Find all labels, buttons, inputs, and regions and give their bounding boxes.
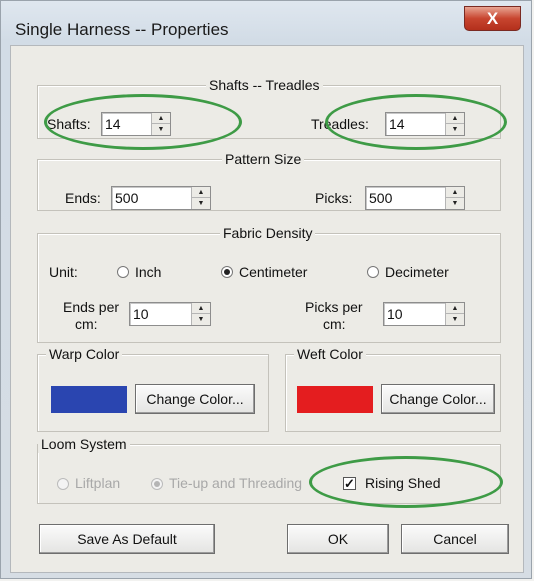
picks-per-label-line2: cm: [323, 316, 346, 332]
unit-centimeter-label[interactable]: Centimeter [239, 263, 307, 281]
warp-color-title: Warp Color [46, 345, 123, 363]
picks-per-cm-value: 10 [387, 306, 403, 322]
picks-per-up-icon[interactable]: ▲ [446, 303, 464, 314]
picks-per-cm-spinner[interactable]: 10 ▲ ▼ [383, 302, 465, 326]
ok-button[interactable]: OK [287, 524, 389, 554]
treadles-down-icon[interactable]: ▼ [446, 124, 464, 135]
treadles-spinner[interactable]: 14 ▲ ▼ [385, 112, 465, 136]
ends-down-icon[interactable]: ▼ [192, 198, 210, 209]
properties-dialog: Single Harness -- Properties X Shafts --… [0, 0, 532, 579]
unit-decimeter-label[interactable]: Decimeter [385, 263, 449, 281]
ends-per-cm-spinner[interactable]: 10 ▲ ▼ [129, 302, 211, 326]
shafts-label: Shafts: [47, 116, 91, 132]
picks-down-icon[interactable]: ▼ [446, 198, 464, 209]
close-button[interactable]: X [464, 6, 521, 31]
weft-color-swatch [297, 386, 373, 413]
unit-decimeter-radio[interactable] [367, 266, 379, 278]
weft-color-title: Weft Color [294, 345, 366, 363]
pattern-size-title: Pattern Size [222, 150, 305, 168]
unit-centimeter-radio[interactable] [221, 266, 233, 278]
picks-spinner[interactable]: 500 ▲ ▼ [365, 186, 465, 210]
tieup-threading-label[interactable]: Tie-up and Threading [169, 474, 302, 492]
cancel-button[interactable]: Cancel [401, 524, 509, 554]
picks-label: Picks: [315, 190, 353, 206]
ends-spinner[interactable]: 500 ▲ ▼ [111, 186, 211, 210]
warp-color-swatch [51, 386, 127, 413]
fabric-density-title: Fabric Density [220, 224, 316, 242]
ends-value: 500 [115, 190, 139, 206]
shafts-down-icon[interactable]: ▼ [152, 124, 170, 135]
warp-change-color-button[interactable]: Change Color... [135, 384, 255, 414]
ends-label: Ends: [65, 190, 101, 206]
weft-change-color-button[interactable]: Change Color... [381, 384, 495, 414]
tieup-threading-radio[interactable] [151, 478, 163, 490]
save-as-default-button[interactable]: Save As Default [39, 524, 215, 554]
shafts-up-icon[interactable]: ▲ [152, 113, 170, 124]
loom-system-title: Loom System [38, 435, 130, 453]
rising-shed-label[interactable]: Rising Shed [365, 474, 441, 492]
picks-per-label-line1: Picks per [305, 299, 363, 315]
shafts-spinner[interactable]: 14 ▲ ▼ [101, 112, 171, 136]
treadles-up-icon[interactable]: ▲ [446, 113, 464, 124]
liftplan-radio[interactable] [57, 478, 69, 490]
ends-per-down-icon[interactable]: ▼ [192, 314, 210, 325]
shafts-value: 14 [105, 116, 121, 132]
ends-per-up-icon[interactable]: ▲ [192, 303, 210, 314]
unit-label: Unit: [49, 264, 78, 280]
unit-inch-label[interactable]: Inch [135, 263, 161, 281]
ends-per-cm-value: 10 [133, 306, 149, 322]
picks-up-icon[interactable]: ▲ [446, 187, 464, 198]
shafts-treadles-title: Shafts -- Treadles [206, 76, 323, 94]
check-icon: ✓ [344, 476, 355, 491]
picks-per-down-icon[interactable]: ▼ [446, 314, 464, 325]
treadles-label: Treadles: [311, 116, 369, 132]
rising-shed-checkbox[interactable]: ✓ [343, 477, 356, 490]
picks-value: 500 [369, 190, 393, 206]
dialog-client-area: Shafts -- Treadles Shafts: 14 ▲ ▼ Treadle… [10, 45, 524, 573]
ends-up-icon[interactable]: ▲ [192, 187, 210, 198]
ends-per-label-line1: Ends per [63, 299, 120, 315]
treadles-value: 14 [389, 116, 405, 132]
ends-per-label-line2: cm: [75, 316, 98, 332]
liftplan-label[interactable]: Liftplan [75, 474, 120, 492]
unit-inch-radio[interactable] [117, 266, 129, 278]
fabric-density-group: Fabric Density [37, 224, 501, 343]
dialog-title: Single Harness -- Properties [15, 20, 229, 39]
